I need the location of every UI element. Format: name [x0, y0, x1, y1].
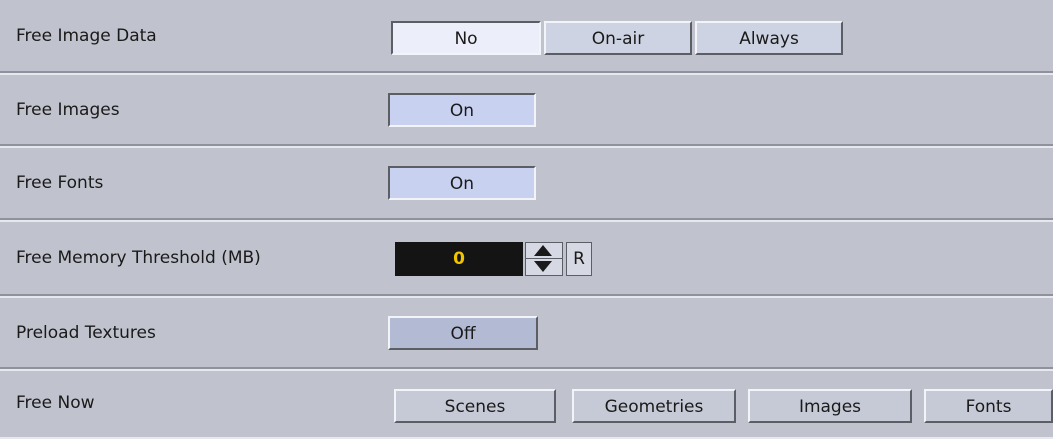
free-memory-threshold-label: Free Memory Threshold (MB) — [16, 248, 261, 268]
free-now-geometries-button[interactable]: Geometries — [572, 389, 736, 423]
row-free-fonts: Free Fonts On — [0, 148, 1053, 222]
free-image-data-always-button[interactable]: Always — [695, 21, 843, 55]
row-preload-textures: Preload Textures Off — [0, 298, 1053, 371]
free-fonts-label: Free Fonts — [16, 173, 104, 193]
free-now-label: Free Now — [16, 393, 95, 413]
row-free-memory-threshold: Free Memory Threshold (MB) 0 R — [0, 222, 1053, 298]
free-memory-threshold-stepper — [525, 242, 563, 276]
spin-down-icon[interactable] — [526, 259, 562, 275]
preload-textures-toggle[interactable]: Off — [388, 316, 538, 350]
free-image-data-label: Free Image Data — [16, 25, 157, 46]
free-memory-threshold-reset-button[interactable]: R — [566, 242, 592, 276]
free-memory-threshold-input[interactable]: 0 — [395, 242, 523, 276]
free-image-data-on-air-button[interactable]: On-air — [544, 21, 692, 55]
free-now-scenes-button[interactable]: Scenes — [394, 389, 556, 423]
free-image-data-no-button[interactable]: No — [391, 21, 541, 55]
free-fonts-toggle[interactable]: On — [388, 166, 536, 200]
row-free-images: Free Images On — [0, 75, 1053, 148]
free-now-fonts-button[interactable]: Fonts — [924, 389, 1053, 423]
preload-textures-label: Preload Textures — [16, 322, 156, 343]
row-free-image-data: Free Image Data No On-air Always — [0, 0, 1053, 75]
row-free-now: Free Now Scenes Geometries Images Fonts — [0, 371, 1053, 439]
spin-up-icon[interactable] — [526, 243, 562, 259]
free-images-label: Free Images — [16, 99, 120, 120]
free-images-toggle[interactable]: On — [388, 93, 536, 127]
free-now-images-button[interactable]: Images — [748, 389, 912, 423]
